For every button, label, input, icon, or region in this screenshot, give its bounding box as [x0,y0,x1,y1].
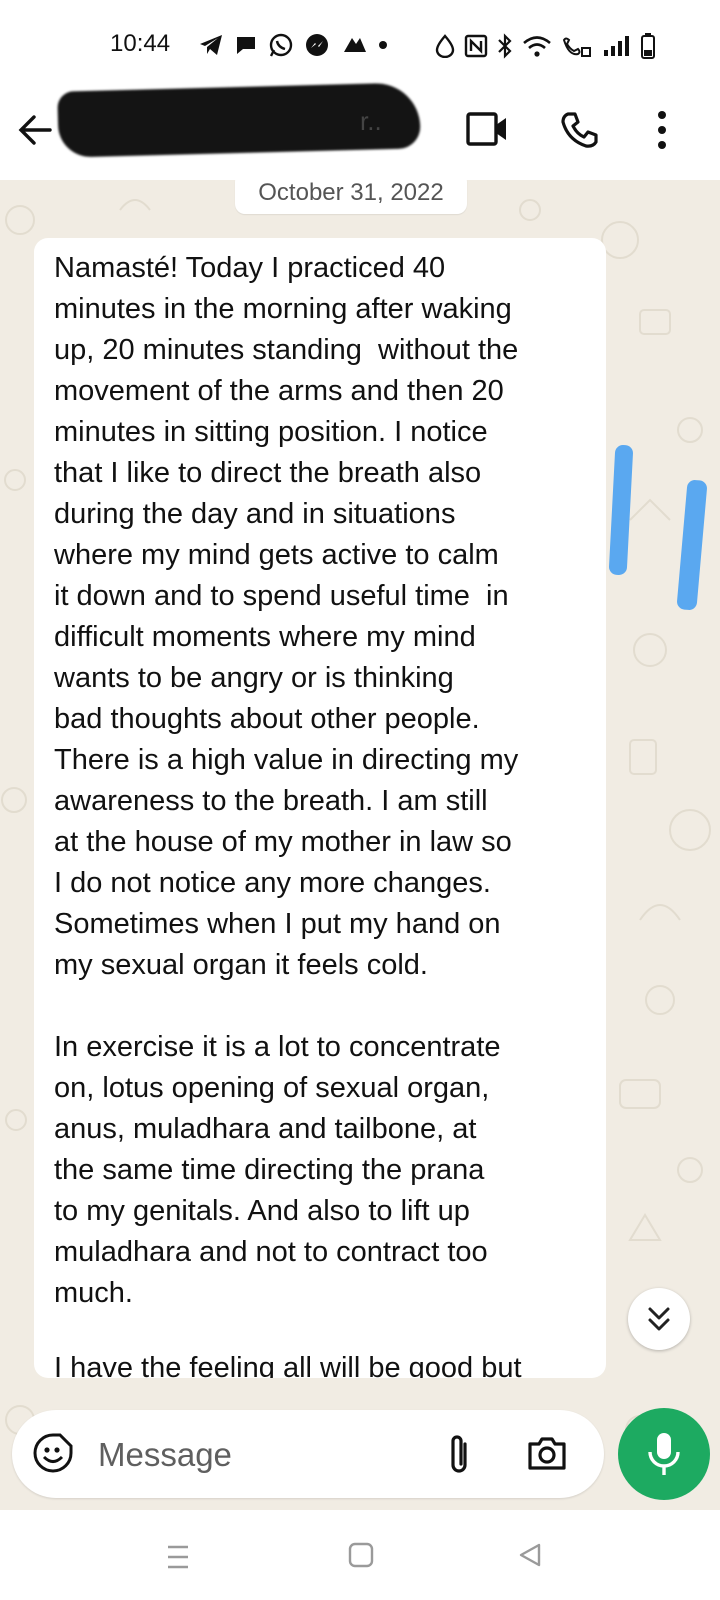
notification-dot-icon [379,41,387,49]
nfc-icon [464,34,488,58]
battery-icon [641,33,655,59]
more-apps-icon [344,38,366,52]
status-bar: 10:44 [0,0,720,90]
alarm-icon [435,34,455,58]
message-text-cutoff: I have the feeling all will be good but [54,1352,522,1378]
back-arrow-icon[interactable] [14,108,58,152]
system-icons [434,32,656,60]
home-icon[interactable] [348,1542,374,1568]
bluetooth-icon [498,33,512,59]
message-input[interactable] [96,1428,420,1482]
chat-bubble-icon [237,37,255,54]
camera-icon[interactable] [526,1434,568,1472]
message-composer [12,1410,604,1498]
chat-header: r.. [0,82,720,180]
whatsapp-icon [269,33,293,57]
chat-area[interactable]: October 31, 2022 Namasté! Today I practi… [0,180,720,1510]
date-chip: October 31, 2022 [235,180,467,214]
video-call-icon[interactable] [466,112,508,146]
wifi-icon [523,36,551,57]
telegram-icon [200,35,222,55]
status-time: 10:44 [110,30,171,57]
notification-icons [198,32,388,58]
message-bubble[interactable]: Namasté! Today I practiced 40 minutes in… [34,238,606,1378]
message-text: Namasté! Today I practiced 40 minutes in… [54,252,519,1309]
messenger-icon [306,34,328,56]
contact-name[interactable]: r.. [360,106,382,137]
scroll-to-bottom-button[interactable] [628,1288,690,1350]
attach-icon[interactable] [446,1432,472,1478]
signal-icon [604,36,629,56]
wifi-calling-icon [562,37,591,57]
system-navigation-bar [0,1510,720,1600]
recent-apps-icon[interactable] [166,1544,190,1570]
nav-back-icon[interactable] [518,1542,542,1568]
more-options-icon[interactable] [652,108,672,152]
voice-message-button[interactable] [618,1408,710,1500]
emoji-sticker-icon[interactable] [32,1432,74,1474]
double-chevron-down-icon [648,1307,670,1331]
microphone-icon [648,1433,680,1475]
voice-call-icon[interactable] [560,110,600,150]
